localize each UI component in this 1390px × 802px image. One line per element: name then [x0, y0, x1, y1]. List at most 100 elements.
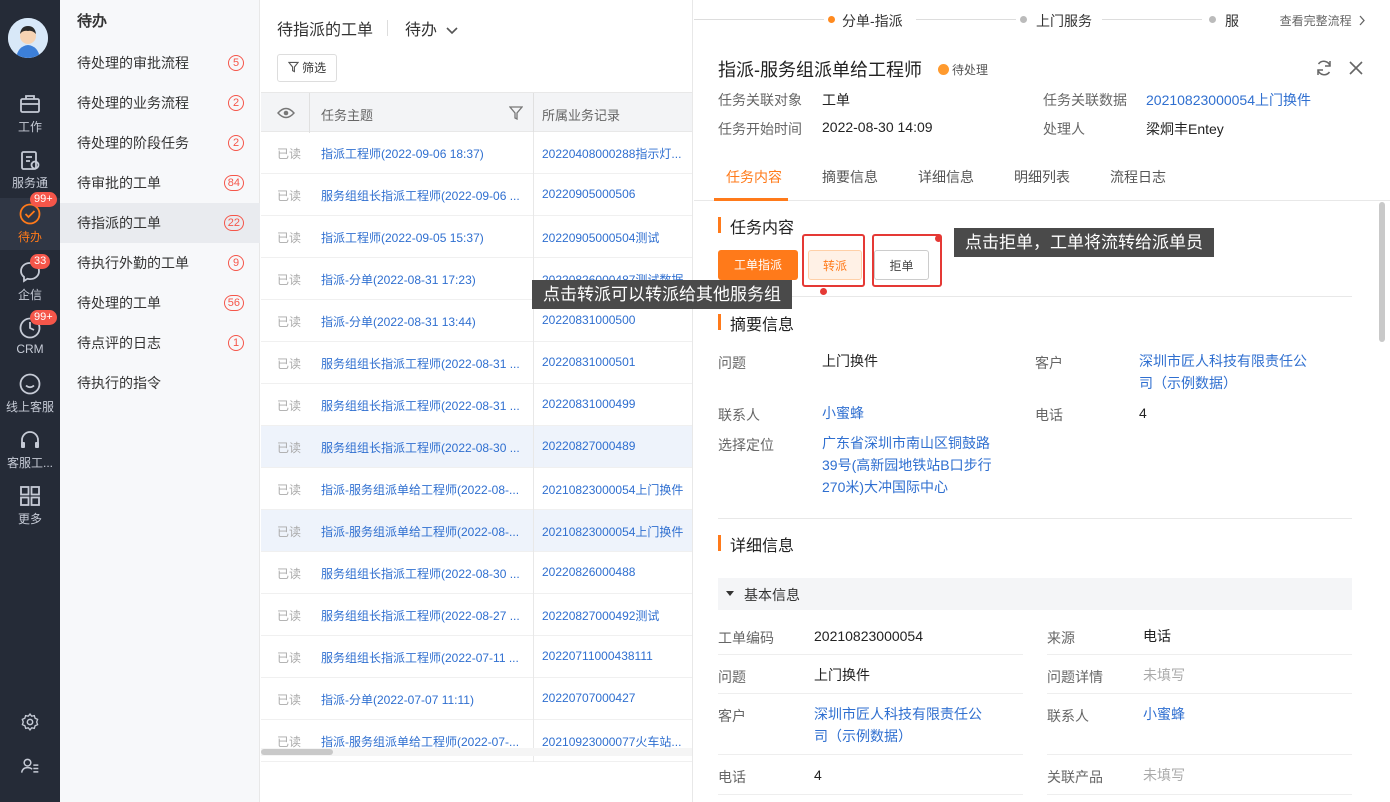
group-header-basic-info[interactable]: 基本信息: [718, 578, 1352, 610]
location-link[interactable]: 广东省深圳市南山区铜鼓路39号(高新园地铁站B口步行270米)大冲国际中心: [822, 432, 994, 498]
table-row[interactable]: 已读 服务组组长指派工程师(2022-08-31 ... 2022083100050…: [261, 342, 692, 384]
table-row[interactable]: 已读 服务组组长指派工程师(2022-09-06 ... 2022090500050…: [261, 174, 692, 216]
row-subject-link[interactable]: 服务组组长指派工程师(2022-08-30 ...: [321, 565, 527, 582]
chevron-down-icon: [446, 27, 459, 35]
tab-item-list[interactable]: 明细列表: [1014, 167, 1070, 187]
table-row[interactable]: 已读 服务组组长指派工程师(2022-08-30 ... 2022082700048…: [261, 426, 692, 468]
row-record-link[interactable]: 20220408000288指示灯...: [542, 145, 688, 162]
row-record-link[interactable]: 20220831000501: [542, 355, 688, 369]
contact-link[interactable]: 小蜜蜂: [1143, 703, 1185, 725]
rail-online-service[interactable]: 线上客服: [0, 372, 60, 428]
view-full-flow-link[interactable]: 查看完整流程: [1280, 12, 1366, 29]
smile-chat-icon: [19, 373, 41, 395]
row-subject-link[interactable]: 服务组组长指派工程师(2022-08-31 ...: [321, 397, 527, 414]
rail-more[interactable]: 更多: [0, 484, 60, 540]
rail-message[interactable]: 企信 33: [0, 254, 60, 316]
customer-link[interactable]: 深圳市匠人科技有限责任公司（示例数据）: [814, 703, 990, 747]
avatar[interactable]: [8, 18, 48, 58]
todo-item-approve-order[interactable]: 待审批的工单 84: [60, 163, 260, 203]
field-label: 工单编码: [718, 630, 774, 646]
row-subject-link[interactable]: 指派-分单(2022-07-07 11:11): [321, 691, 527, 708]
todo-item-process-order[interactable]: 待处理的工单 56: [60, 283, 260, 323]
step-dot: [1209, 16, 1216, 23]
field-label: 来源: [1047, 630, 1075, 646]
todo-item-label: 待指派的工单: [77, 215, 161, 231]
table-row[interactable]: 已读 指派-服务组派单给工程师(2022-08-... 20210823000054…: [261, 468, 692, 510]
todo-item-label: 待处理的工单: [77, 295, 161, 311]
row-subject-link[interactable]: 指派-分单(2022-08-31 13:44): [321, 313, 527, 330]
row-record-link[interactable]: 20210823000054上门换件: [542, 481, 688, 498]
close-icon[interactable]: [1346, 58, 1366, 78]
todo-item-label: 待处理的业务流程: [77, 95, 189, 111]
contact-link[interactable]: 小蜜蜂: [822, 402, 864, 424]
row-record-link[interactable]: 20220905000506: [542, 187, 688, 201]
tab-flow-log[interactable]: 流程日志: [1110, 167, 1166, 187]
eye-icon[interactable]: [277, 107, 295, 119]
order-list-panel: 待指派的工单 待办 筛选 任务主题 所属业务记录 已读 指派工程师(2022-09…: [261, 0, 693, 802]
todo-item-field-order[interactable]: 待执行外勤的工单 9: [60, 243, 260, 283]
todo-item-approval[interactable]: 待处理的审批流程 5: [60, 43, 260, 83]
row-subject-link[interactable]: 指派工程师(2022-09-06 18:37): [321, 145, 527, 162]
row-subject-link[interactable]: 服务组组长指派工程师(2022-08-27 ...: [321, 607, 527, 624]
customer-link[interactable]: 深圳市匠人科技有限责任公司（示例数据）: [1139, 350, 1315, 394]
column-header-subject[interactable]: 任务主题: [321, 105, 373, 124]
rail-service-desk[interactable]: 客服工...: [0, 428, 60, 484]
table-row-selected[interactable]: 已读 指派-服务组派单给工程师(2022-08-... 20210823000054…: [261, 510, 692, 552]
assign-order-button[interactable]: 工单指派: [718, 250, 798, 280]
row-subject-link[interactable]: 服务组组长指派工程师(2022-07-11 ...: [321, 649, 527, 666]
vertical-scrollbar[interactable]: [1378, 202, 1386, 802]
row-record-link[interactable]: 20220827000492测试: [542, 607, 688, 624]
row-record-link[interactable]: 20210823000054上门换件: [542, 523, 688, 540]
table-row[interactable]: 已读 服务组组长指派工程师(2022-07-11 ... 2022071100043…: [261, 636, 692, 678]
rail-todo[interactable]: 待办 99+: [0, 192, 60, 250]
list-mode-dropdown[interactable]: 待办: [405, 16, 459, 40]
tab-summary[interactable]: 摘要信息: [822, 167, 878, 187]
meta-label: 任务关联数据: [1043, 92, 1127, 108]
table-row[interactable]: 已读 服务组组长指派工程师(2022-08-31 ... 2022083100049…: [261, 384, 692, 426]
tab-details[interactable]: 详细信息: [918, 167, 974, 187]
column-filter-icon[interactable]: [509, 106, 523, 120]
row-subject-link[interactable]: 服务组组长指派工程师(2022-08-31 ...: [321, 355, 527, 372]
todo-item-assign-order[interactable]: 待指派的工单 22: [60, 203, 260, 243]
scrollbar-thumb[interactable]: [261, 749, 333, 755]
row-subject-link[interactable]: 指派-分单(2022-08-31 17:23): [321, 271, 527, 288]
row-record-link[interactable]: 20220831000500: [542, 313, 688, 327]
column-header-record[interactable]: 所属业务记录: [542, 105, 620, 124]
table-row[interactable]: 已读 指派工程师(2022-09-06 18:37) 20220408000288指…: [261, 132, 692, 174]
refresh-icon[interactable]: [1314, 58, 1334, 78]
row-subject-link[interactable]: 指派-服务组派单给工程师(2022-08-...: [321, 523, 527, 540]
row-record-link[interactable]: 20220827000489: [542, 439, 688, 453]
todo-item-review-log[interactable]: 待点评的日志 1: [60, 323, 260, 363]
related-data-link[interactable]: 20210823000054上门换件: [1146, 90, 1311, 110]
row-subject-link[interactable]: 服务组组长指派工程师(2022-09-06 ...: [321, 187, 527, 204]
todo-item-business[interactable]: 待处理的业务流程 2: [60, 83, 260, 123]
row-record-link[interactable]: 20220826000488: [542, 565, 688, 579]
group-title: 基本信息: [744, 587, 800, 603]
row-subject-link[interactable]: 指派工程师(2022-09-05 15:37): [321, 229, 527, 246]
table-row[interactable]: 已读 指派-分单(2022-07-07 11:11) 20220707000427: [261, 678, 692, 720]
row-record-link[interactable]: 20220707000427: [542, 691, 688, 705]
tab-task-content[interactable]: 任务内容: [726, 167, 782, 187]
todo-item-stage[interactable]: 待处理的阶段任务 2: [60, 123, 260, 163]
rail-crm[interactable]: CRM 99+: [0, 310, 60, 372]
row-record-link[interactable]: 20220905000504测试: [542, 229, 688, 246]
row-subject-link[interactable]: 服务组组长指派工程师(2022-08-30 ...: [321, 439, 527, 456]
avatar-icon: [8, 18, 48, 58]
scrollbar-thumb[interactable]: [1379, 202, 1385, 342]
row-subject-link[interactable]: 指派-服务组派单给工程师(2022-08-...: [321, 481, 527, 498]
row-record-link[interactable]: 20220711000438111: [542, 649, 688, 663]
divider: [718, 296, 1352, 297]
settings-button[interactable]: [0, 712, 60, 735]
filter-button[interactable]: 筛选: [277, 54, 337, 82]
table-row[interactable]: 已读 指派工程师(2022-09-05 15:37) 20220905000504测…: [261, 216, 692, 258]
row-record-link[interactable]: 20220831000499: [542, 397, 688, 411]
horizontal-scrollbar[interactable]: [261, 748, 692, 756]
table-row[interactable]: 已读 服务组组长指派工程师(2022-08-27 ... 2022082700049…: [261, 594, 692, 636]
rail-work[interactable]: 工作: [0, 92, 60, 148]
annotation-dot: [820, 288, 827, 295]
field-value-empty: 未填写: [1143, 767, 1185, 783]
todo-item-command[interactable]: 待执行的指令: [60, 363, 260, 403]
table-row[interactable]: 已读 服务组组长指派工程师(2022-08-30 ... 2022082600048…: [261, 552, 692, 594]
table-body: 已读 指派工程师(2022-09-06 18:37) 20220408000288指…: [261, 132, 692, 762]
user-settings-button[interactable]: [0, 756, 60, 779]
